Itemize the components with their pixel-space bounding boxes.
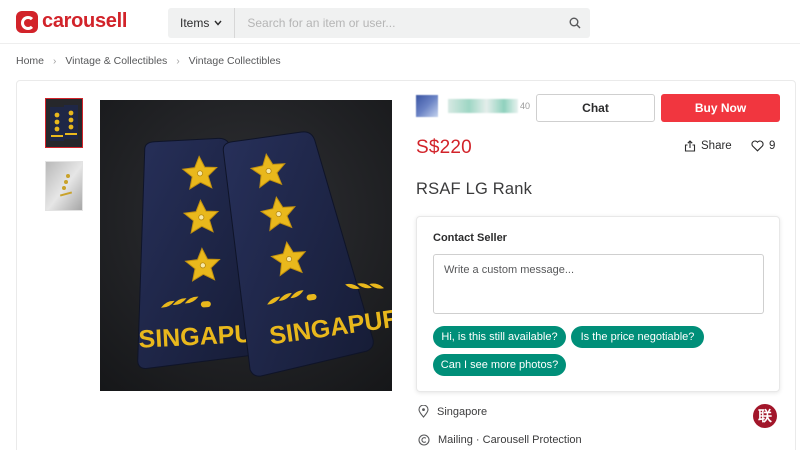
top-header: carousell Items	[0, 0, 800, 44]
listing-title: RSAF LG Rank	[416, 180, 533, 198]
location-text: Singapore	[437, 405, 488, 418]
photo-thumbnail-2[interactable]	[45, 161, 83, 211]
location-pin-icon	[418, 405, 429, 418]
heart-icon	[751, 140, 764, 152]
search-category-dropdown[interactable]: Items	[168, 8, 236, 38]
chevron-down-icon	[214, 18, 222, 28]
zaobao-watermark-logo: 联	[753, 404, 777, 428]
search-input[interactable]	[247, 16, 560, 30]
search-button[interactable]	[560, 8, 590, 38]
breadcrumb-vintage-collectibles[interactable]: Vintage Collectibles	[189, 55, 281, 67]
search-bar: Items	[168, 8, 590, 38]
carousell-logo-icon	[16, 10, 38, 33]
chevron-right-icon: ›	[53, 55, 57, 67]
carousell-logo[interactable]: carousell	[16, 10, 127, 33]
contact-seller-title: Contact Seller	[433, 232, 507, 244]
seller-avatar[interactable]	[416, 95, 438, 117]
main-product-photo[interactable]: SINGAPURA SINGAPURA	[100, 100, 392, 391]
share-button[interactable]: Share	[684, 140, 732, 152]
quick-reply-more-photos[interactable]: Can I see more photos?	[433, 354, 566, 376]
buy-now-button[interactable]: Buy Now	[661, 94, 780, 122]
search-category-label: Items	[180, 16, 210, 30]
like-button[interactable]: 9	[751, 140, 775, 152]
breadcrumb-vintage-collectibles-category[interactable]: Vintage & Collectibles	[65, 55, 167, 67]
seller-info[interactable]: 40	[416, 93, 530, 119]
quick-reply-still-available[interactable]: Hi, is this still available?	[433, 326, 566, 348]
share-label: Share	[701, 140, 732, 152]
delivery-option: Mailing · Carousell Protection	[418, 434, 582, 446]
protection-icon	[418, 434, 430, 446]
photo-thumbnail-1[interactable]	[45, 98, 83, 148]
custom-message-input[interactable]	[433, 254, 764, 314]
logo-text: carousell	[42, 10, 128, 32]
seller-name-redacted[interactable]	[448, 99, 518, 113]
contact-seller-panel: Contact Seller Hi, is this still availab…	[416, 216, 780, 392]
chevron-right-icon: ›	[176, 55, 180, 67]
breadcrumb: Home › Vintage & Collectibles › Vintage …	[16, 55, 281, 67]
share-icon	[684, 140, 696, 152]
delivery-text: Mailing · Carousell Protection	[438, 434, 582, 446]
meetup-location: Singapore	[418, 405, 487, 418]
quick-reply-price-negotiable[interactable]: Is the price negotiable?	[571, 326, 704, 348]
search-icon	[569, 17, 581, 29]
seller-review-count: 40	[520, 101, 531, 111]
like-count: 9	[769, 140, 776, 152]
breadcrumb-home[interactable]: Home	[16, 55, 44, 67]
chat-button[interactable]: Chat	[536, 94, 655, 122]
listing-price: S$220	[416, 137, 472, 158]
